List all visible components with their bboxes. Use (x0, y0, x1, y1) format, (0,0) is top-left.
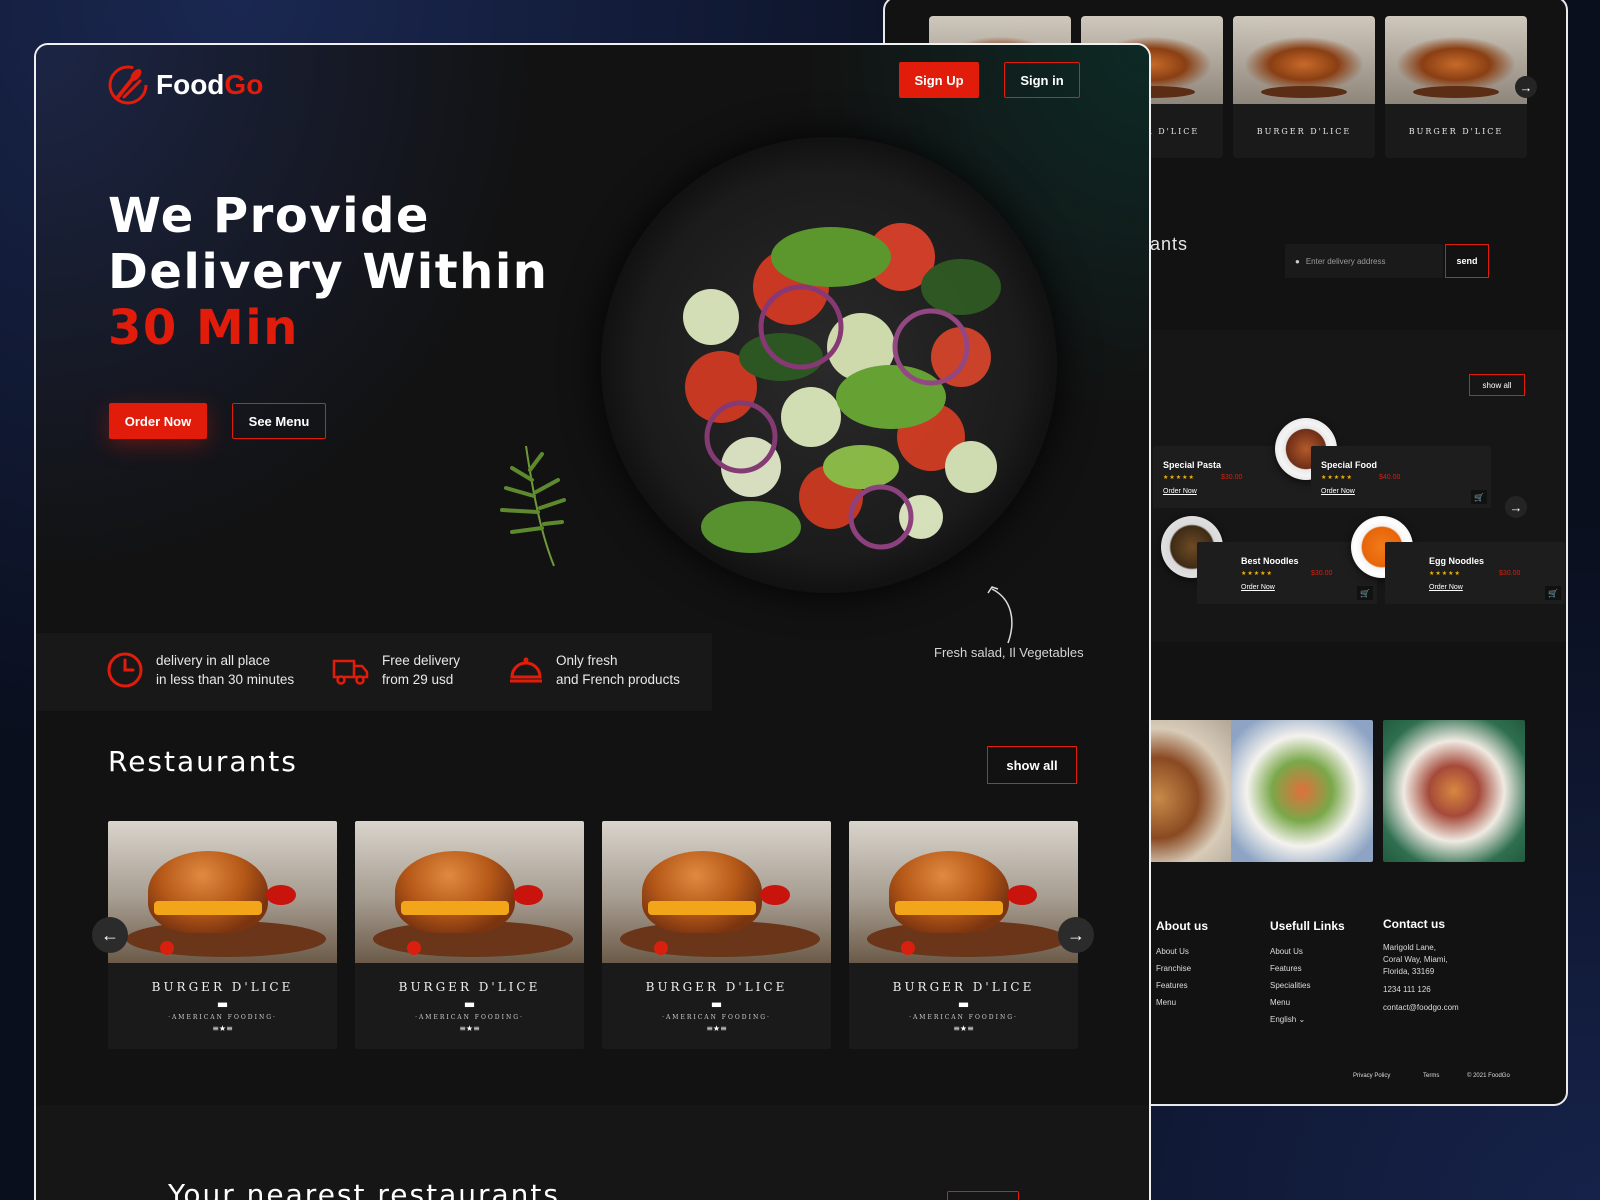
star-icon: ≡★≡ (706, 1023, 727, 1033)
brand-logo[interactable]: FoodGo (106, 63, 263, 107)
burger-logo-icon: ▬ (710, 996, 723, 1011)
restaurant-card[interactable]: BURGER D'LICE ▬ ·AMERICAN FOODING· ≡★≡ (108, 821, 337, 1049)
restaurant-card[interactable]: BURGER D'LICE ▬ ·AMERICAN FOODING· ≡★≡ (602, 821, 831, 1049)
arugula-leaf-image (500, 445, 566, 567)
restaurants-show-all-button[interactable]: show all (987, 746, 1077, 784)
footer-link[interactable]: About Us (1156, 943, 1208, 960)
send-button[interactable]: send (1445, 244, 1489, 278)
delivery-address-input[interactable]: ● Enter delivery address (1285, 244, 1443, 278)
burger-logo-icon: ▬ (957, 996, 970, 1011)
feature-item: delivery in all place in less than 30 min… (106, 651, 294, 689)
dish-card[interactable]: Special Food ★★★★★ $40.00 Order Now 🛒 (1311, 446, 1491, 508)
truck-icon (332, 659, 369, 685)
menu-show-all-button[interactable]: show all (1469, 374, 1525, 396)
restaurant-thumbnail[interactable]: BURGER D'LICE (1385, 16, 1527, 158)
restaurant-card[interactable]: BURGER D'LICE ▬ ·AMERICAN FOODING· ≡★≡ (355, 821, 584, 1049)
footer-useful-links: Usefull Links About Us Features Speciali… (1270, 918, 1345, 1028)
features-bar: delivery in all place in less than 30 min… (36, 633, 712, 711)
restaurants-title: Restaurants (108, 745, 298, 778)
hero-image-caption: Fresh salad, Il Vegetables (934, 645, 1084, 660)
footer-about: About us About Us Franchise Features Men… (1156, 918, 1208, 1011)
hero-headline: We Provide Delivery Within 30 Min (108, 188, 549, 356)
email-link[interactable]: contact@foodgo.com (1383, 1002, 1459, 1014)
see-menu-button[interactable]: See Menu (232, 403, 326, 439)
burger-logo-icon: ▬ (216, 996, 229, 1011)
footer-link[interactable]: Franchise (1156, 960, 1208, 977)
sign-in-button[interactable]: Sign in (1004, 62, 1080, 98)
restaurant-logo: BURGER D'LICE ▬ ·AMERICAN FOODING· ≡★≡ (892, 979, 1035, 1033)
caption-arrow-icon (987, 586, 1013, 644)
main-page-window: FoodGo Sign Up Sign in We Provide Delive… (34, 43, 1151, 1200)
burger-photo (108, 821, 337, 963)
star-icon: ≡★≡ (459, 1023, 480, 1033)
language-select[interactable]: English ⌄ (1270, 1011, 1345, 1028)
footer-link[interactable]: Menu (1156, 994, 1208, 1011)
nearest-show-all-button[interactable] (947, 1191, 1019, 1200)
clock-icon (107, 652, 143, 688)
carousel-prev-arrow-icon[interactable]: ← (92, 917, 128, 953)
cart-icon[interactable]: 🛒 (1545, 586, 1561, 600)
terms-link[interactable]: Terms (1423, 1073, 1439, 1079)
footer-contact: Contact us Marigold Lane, Coral Way, Mia… (1383, 917, 1459, 1014)
order-now-link[interactable]: Order Now (1163, 488, 1197, 495)
burger-logo-icon: ▬ (463, 996, 476, 1011)
order-now-link[interactable]: Order Now (1241, 584, 1275, 591)
chevron-down-icon: ⌄ (1298, 1015, 1306, 1024)
food-photo-poke-bowl (1383, 720, 1525, 862)
restaurant-logo: BURGER D'LICE ▬ ·AMERICAN FOODING· ≡★≡ (151, 979, 294, 1033)
sign-up-button[interactable]: Sign Up (899, 62, 979, 98)
fork-knife-icon (108, 65, 148, 105)
restaurant-thumbnail[interactable]: BURGER D'LICE (1233, 16, 1375, 158)
star-icon: ≡★≡ (212, 1023, 233, 1033)
footer-link[interactable]: Menu (1270, 994, 1345, 1011)
footer-link[interactable]: About Us (1270, 943, 1345, 960)
burger-photo (355, 821, 584, 963)
restaurant-logo: BURGER D'LICE ▬ ·AMERICAN FOODING· ≡★≡ (645, 979, 788, 1033)
cloche-icon (510, 657, 542, 683)
footer-link[interactable]: Specialities (1270, 977, 1345, 994)
order-now-link[interactable]: Order Now (1429, 584, 1463, 591)
copyright-text: © 2021 FoodGo (1467, 1073, 1510, 1079)
star-icon: ≡★≡ (953, 1023, 974, 1033)
location-pin-icon: ● (1295, 256, 1300, 266)
feature-item: Only fresh and French products (508, 651, 680, 689)
feature-item: Free delivery from 29 usd (332, 651, 460, 689)
arrow-right-icon[interactable]: → (1505, 496, 1527, 518)
footer-link[interactable]: Features (1156, 977, 1208, 994)
cart-icon[interactable]: 🛒 (1357, 586, 1373, 600)
cart-icon[interactable]: 🛒 (1471, 490, 1487, 504)
restaurant-logo: BURGER D'LICE ▬ ·AMERICAN FOODING· ≡★≡ (398, 979, 541, 1033)
arrow-right-icon[interactable]: → (1515, 76, 1537, 98)
burger-photo (849, 821, 1078, 963)
carousel-next-arrow-icon[interactable]: → (1058, 917, 1094, 953)
burger-photo (602, 821, 831, 963)
dish-card[interactable]: Egg Noodles ★★★★★ $30.00 Order Now 🛒 (1385, 542, 1565, 604)
restaurant-card[interactable]: BURGER D'LICE ▬ ·AMERICAN FOODING· ≡★≡ (849, 821, 1078, 1049)
salad-bowl-image (601, 137, 1057, 593)
order-now-button[interactable]: Order Now (109, 403, 207, 439)
footer-link[interactable]: Features (1270, 960, 1345, 977)
food-photo-salad-bowl (1231, 720, 1373, 862)
dish-card[interactable]: Best Noodles ★★★★★ $30.00 Order Now 🛒 (1197, 542, 1377, 604)
privacy-link[interactable]: Privacy Policy (1353, 1073, 1390, 1079)
nearest-restaurants-title: Your nearest restaurants (168, 1178, 560, 1200)
restaurant-carousel: BURGER D'LICE ▬ ·AMERICAN FOODING· ≡★≡ BURG… (108, 821, 1078, 1049)
order-now-link[interactable]: Order Now (1321, 488, 1355, 495)
